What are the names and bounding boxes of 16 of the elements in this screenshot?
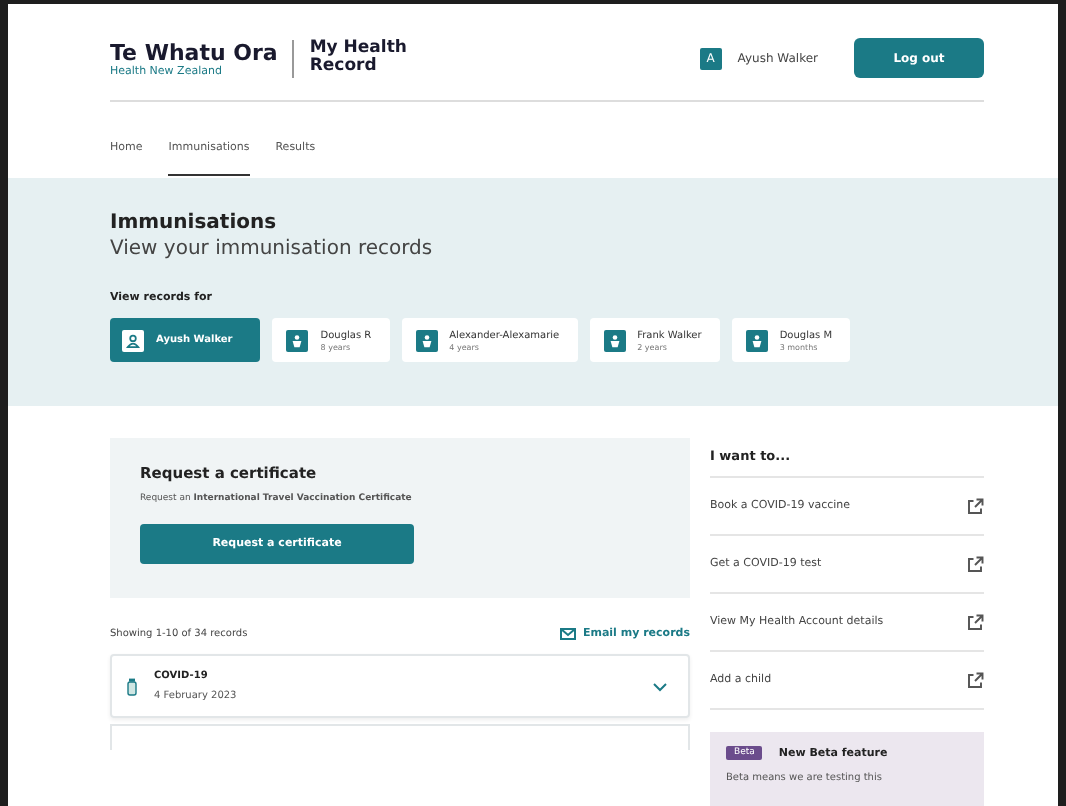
person-icon bbox=[122, 329, 144, 351]
child-icon bbox=[415, 329, 438, 351]
record-card[interactable] bbox=[110, 724, 690, 750]
child-icon bbox=[286, 329, 309, 351]
page-title: Immunisations bbox=[110, 212, 279, 234]
external-link-icon bbox=[966, 555, 984, 573]
external-link-icon bbox=[966, 671, 984, 689]
child-icon bbox=[745, 329, 768, 351]
brand-name: Te Whatu Ora bbox=[110, 39, 278, 65]
external-link-icon bbox=[966, 497, 984, 515]
child-icon bbox=[603, 329, 626, 351]
product-name: My Health Record bbox=[309, 39, 409, 77]
vial-icon bbox=[126, 677, 138, 695]
page-subtitle: View your immunisation records bbox=[110, 238, 435, 260]
envelope-icon bbox=[560, 628, 577, 640]
external-link-icon bbox=[966, 613, 984, 631]
